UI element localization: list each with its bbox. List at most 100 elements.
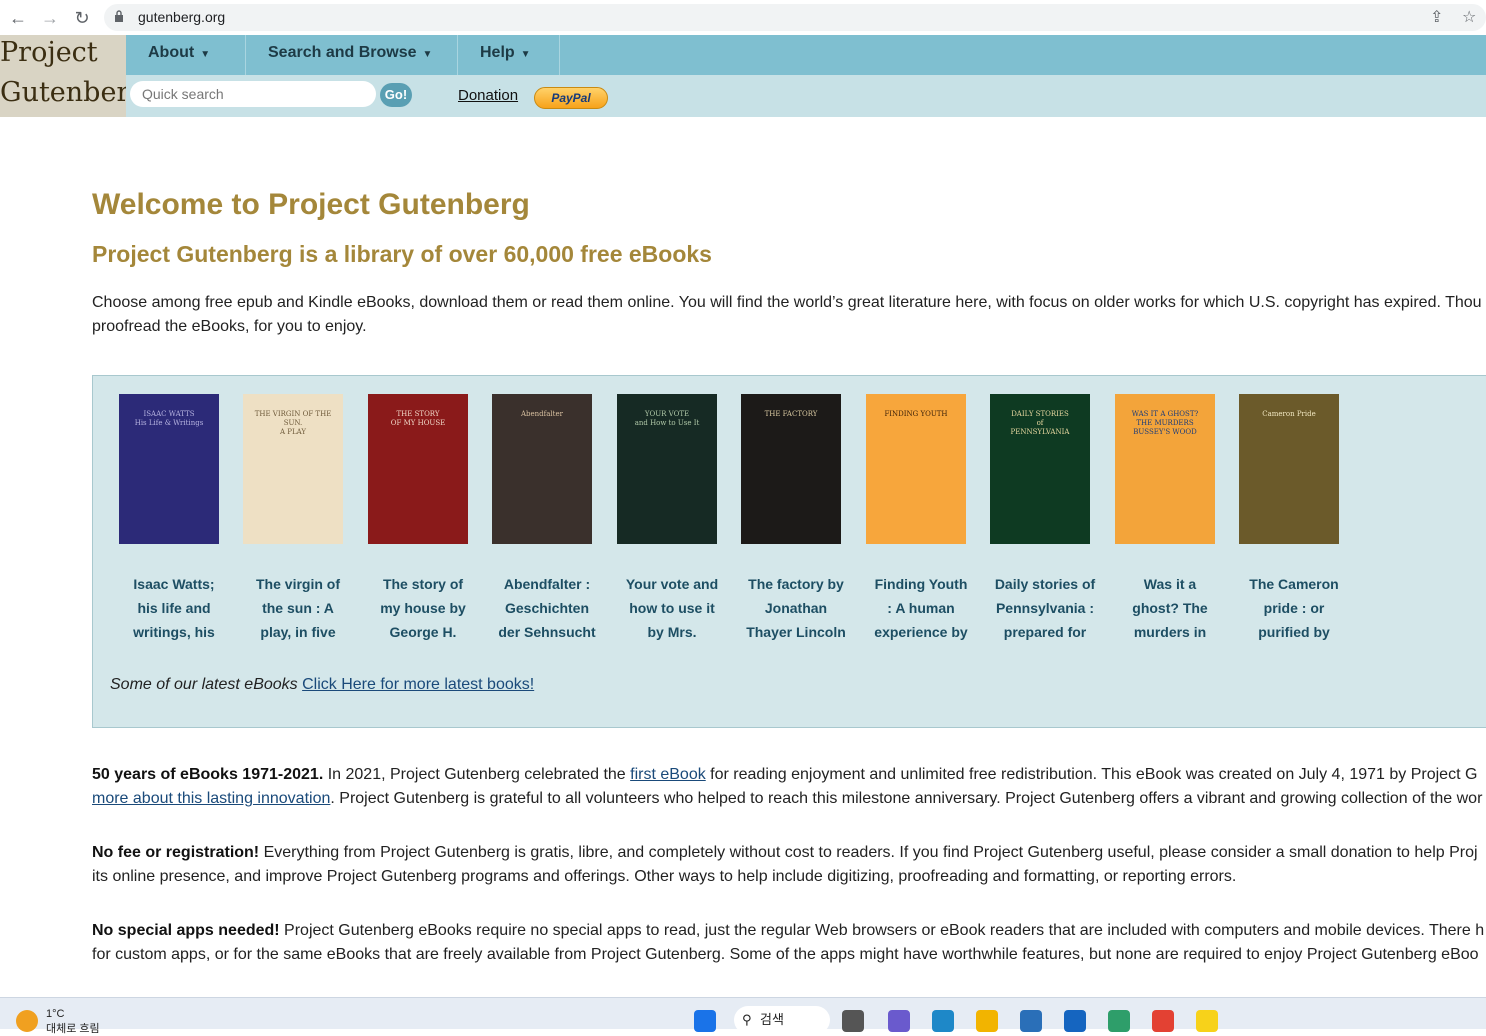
- book-card[interactable]: DAILY STORIES of PENNSYLVANIA Daily stori…: [990, 394, 1100, 644]
- book-title-link[interactable]: Your vote and how to use it by Mrs.: [617, 572, 727, 644]
- book-card[interactable]: Abendfalter Abendfalter : Geschichten der S…: [492, 394, 602, 644]
- share-icon[interactable]: ⇪: [1430, 7, 1443, 27]
- weather-status: 대체로 흐림: [46, 1023, 100, 1035]
- paragraph-no-fee: No fee or registration! Everything from …: [92, 844, 1478, 885]
- book-title-link[interactable]: Was it a ghost? The murders in: [1115, 572, 1225, 644]
- book-title-link[interactable]: Finding Youth : A human experience by: [866, 572, 976, 644]
- book-title-link[interactable]: Daily stories of Pennsylvania : prepared f…: [990, 572, 1100, 644]
- site-header: Project Gutenberg About▼ Search and Brow…: [0, 35, 1486, 117]
- book-title-line: play, in five: [260, 624, 336, 640]
- weather-temperature: 1°C: [46, 1008, 65, 1020]
- book-cover-image[interactable]: FINDING YOUTH: [866, 394, 966, 544]
- book-card[interactable]: THE STORY OF MY HOUSE The story of my hous…: [368, 394, 478, 644]
- url-text: gutenberg.org: [138, 9, 226, 25]
- book-cover-image[interactable]: Abendfalter: [492, 394, 592, 544]
- paypal-button[interactable]: PayPal: [534, 87, 608, 109]
- book-card[interactable]: WAS IT A GHOST? THE MURDERS BUSSEY'S WOO…: [1115, 394, 1225, 644]
- book-title-line: Pennsylvania :: [995, 600, 1095, 616]
- book-title-link[interactable]: The virgin of the sun : A play, in five: [243, 572, 353, 644]
- book-cover-text: Cameron Pride: [1262, 410, 1316, 418]
- quick-search-input[interactable]: [130, 81, 376, 107]
- book-cover-text: THE STORY OF MY HOUSE: [390, 410, 446, 427]
- book-title-link[interactable]: Isaac Watts; his life and writings, his: [119, 572, 229, 644]
- book-title-line: murders in: [1133, 624, 1207, 640]
- book-card[interactable]: THE VIRGIN OF THE SUN. A PLAY The virgin …: [243, 394, 353, 644]
- more-latest-books-link[interactable]: Click Here for more latest books!: [302, 676, 534, 693]
- book-title-line: Thayer Lincoln: [746, 624, 846, 640]
- lasting-innovation-link[interactable]: more about this lasting innovation: [92, 790, 330, 807]
- project-gutenberg-logo[interactable]: Project Gutenberg: [0, 35, 126, 117]
- book-cover-image[interactable]: THE VIRGIN OF THE SUN. A PLAY: [243, 394, 343, 544]
- book-title-line: The factory by: [748, 576, 844, 592]
- book-title-line: der Sehnsucht: [498, 624, 596, 640]
- book-title-line: my house by: [380, 600, 466, 616]
- windows-taskbar: 1°C 대체로 흐림 ⚲ 검색: [0, 997, 1486, 1035]
- book-title-line: his life and: [137, 600, 211, 616]
- book-title-line: Your vote and: [625, 576, 719, 592]
- address-bar[interactable]: gutenberg.org ⇪ ☆: [104, 4, 1486, 31]
- menu-help[interactable]: Help ▼: [458, 35, 560, 75]
- book-title-link[interactable]: The Cameron pride : or purified by: [1239, 572, 1349, 644]
- book-card[interactable]: THE FACTORY The factory by Jonathan Thayer …: [741, 394, 851, 644]
- main-menu: About ▼ Search and Browse ▼ Help ▼: [126, 35, 1486, 75]
- book-title-line: writings, his: [133, 624, 215, 640]
- back-arrow-icon[interactable]: ←: [6, 6, 30, 30]
- page-subtitle: Project Gutenberg is a library of over 6…: [92, 241, 712, 267]
- book-title-line: Geschichten: [504, 600, 590, 616]
- donation-link[interactable]: Donation: [458, 87, 518, 104]
- taskbar-search[interactable]: ⚲ 검색: [734, 1006, 830, 1034]
- book-title-line: The story of: [382, 576, 464, 592]
- search-icon: ⚲: [742, 1012, 752, 1027]
- reload-icon[interactable]: ↻: [70, 6, 94, 30]
- forward-arrow-icon[interactable]: →: [38, 6, 62, 30]
- book-title-line: how to use it: [629, 600, 715, 616]
- book-cover-image[interactable]: YOUR VOTE and How to Use It: [617, 394, 717, 544]
- book-title-line: Isaac Watts;: [133, 576, 215, 592]
- book-cover-text: ISAAC WATTS His Life & Writings: [134, 410, 204, 427]
- menu-about[interactable]: About ▼: [126, 35, 246, 75]
- lock-icon: [115, 10, 123, 22]
- book-cover-image[interactable]: Cameron Pride: [1239, 394, 1339, 544]
- menu-search-and-browse[interactable]: Search and Browse ▼: [246, 35, 458, 75]
- latest-ebooks-line: Some of our latest eBooks Click Here for…: [110, 676, 535, 693]
- book-cover-text: YOUR VOTE and How to Use It: [634, 410, 700, 427]
- book-cover-image[interactable]: DAILY STORIES of PENNSYLVANIA: [990, 394, 1090, 544]
- book-title-line: Was it a: [1143, 576, 1197, 592]
- book-title-line: ghost? The: [1132, 600, 1208, 616]
- book-card[interactable]: ISAAC WATTS His Life & Writings Isaac Wat…: [119, 394, 229, 644]
- book-title-line: experience by: [874, 624, 968, 640]
- browser-toolbar: ← → ↻ gutenberg.org ⇪ ☆: [0, 0, 1486, 35]
- intro-paragraph: Choose among free epub and Kindle eBooks…: [92, 294, 1482, 335]
- bookmark-star-icon[interactable]: ☆: [1462, 7, 1476, 27]
- book-title-line: by Mrs.: [647, 624, 697, 640]
- book-card[interactable]: YOUR VOTE and How to Use It Your vote and…: [617, 394, 727, 644]
- logo-line-project: Project: [0, 37, 98, 68]
- book-title-line: George H.: [389, 624, 457, 640]
- logo-line-gutenberg: Gutenberg: [0, 77, 126, 108]
- book-cover-image[interactable]: THE FACTORY: [741, 394, 841, 544]
- book-title-line: Finding Youth: [874, 576, 968, 592]
- caret-down-icon: ▼: [520, 49, 531, 60]
- book-card[interactable]: Cameron Pride The Cameron pride : or purifi…: [1239, 394, 1349, 644]
- go-button[interactable]: Go!: [380, 83, 412, 107]
- book-title-line: Jonathan: [764, 600, 828, 616]
- book-title-line: purified by: [1258, 624, 1330, 640]
- book-title-line: Daily stories of: [994, 576, 1096, 592]
- book-title-link[interactable]: The factory by Jonathan Thayer Lincoln: [741, 572, 851, 644]
- book-title-line: The Cameron: [1249, 576, 1339, 592]
- first-ebook-link[interactable]: first eBook: [630, 766, 706, 783]
- book-cover-image[interactable]: WAS IT A GHOST? THE MURDERS BUSSEY'S WOO…: [1115, 394, 1215, 544]
- book-title-line: The virgin of: [256, 576, 340, 592]
- book-cover-text: THE FACTORY: [764, 410, 818, 418]
- book-card[interactable]: FINDING YOUTH Finding Youth : A human expe…: [866, 394, 976, 644]
- book-cover-text: DAILY STORIES of PENNSYLVANIA: [1010, 410, 1070, 436]
- book-cover-image[interactable]: THE STORY OF MY HOUSE: [368, 394, 468, 544]
- search-bar-row: Go! Donation PayPal: [126, 75, 1486, 117]
- book-title-line: the sun : A: [262, 600, 334, 616]
- page-title: Welcome to Project Gutenberg: [92, 188, 530, 221]
- book-title-line: pride : or: [1263, 600, 1325, 616]
- book-title-link[interactable]: The story of my house by George H.: [368, 572, 478, 644]
- book-cover-image[interactable]: ISAAC WATTS His Life & Writings: [119, 394, 219, 544]
- book-title-link[interactable]: Abendfalter : Geschichten der Sehnsucht: [492, 572, 602, 644]
- book-cover-text: Abendfalter: [521, 410, 563, 418]
